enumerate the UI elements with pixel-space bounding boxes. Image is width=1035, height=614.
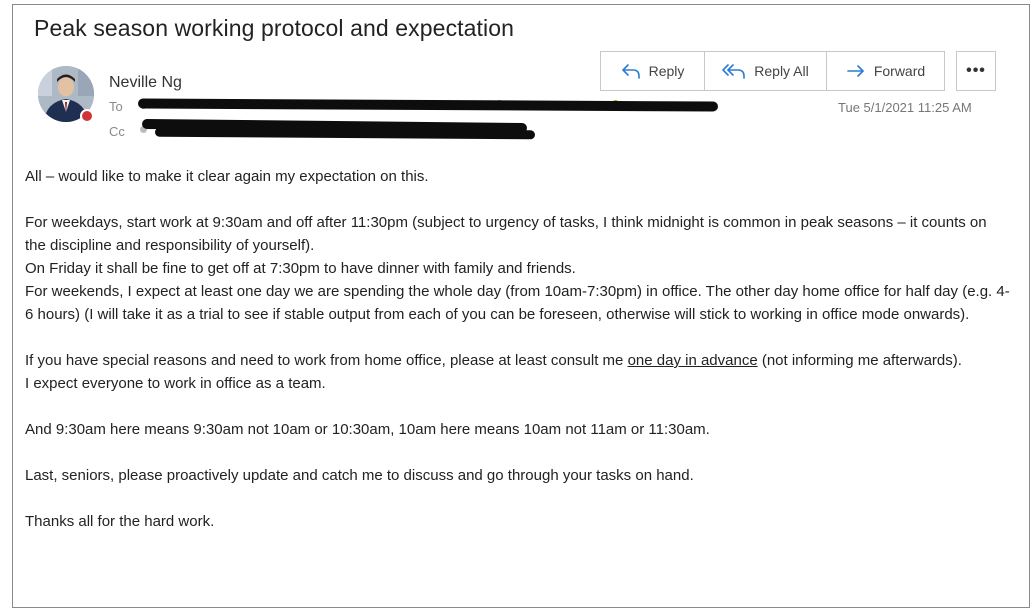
- reply-all-button[interactable]: Reply All: [704, 52, 826, 90]
- body-paragraph: Last, seniors, please proactively update…: [25, 467, 694, 484]
- body-paragraph: On Friday it shall be fine to get off at…: [25, 260, 576, 277]
- underlined-text: one day in advance: [627, 352, 758, 369]
- body-paragraph: And 9:30am here means 9:30am not 10am or…: [25, 421, 710, 438]
- body-text: (not informing me afterwards).: [757, 352, 962, 369]
- forward-button[interactable]: Forward: [826, 52, 944, 90]
- forward-label: Forward: [873, 63, 926, 79]
- body-text: If you have special reasons and need to …: [25, 352, 628, 369]
- reply-all-icon: [722, 64, 746, 79]
- reply-button[interactable]: Reply: [601, 52, 704, 90]
- reply-label: Reply: [648, 63, 685, 79]
- sender-name[interactable]: Neville Ng: [109, 74, 182, 92]
- sent-date: Tue 5/1/2021 11:25 AM: [838, 100, 972, 115]
- message-actions: Reply Reply All Forward: [600, 51, 945, 91]
- body-paragraph: For weekends, I expect at least one day …: [25, 283, 1010, 323]
- to-label: To: [109, 99, 123, 114]
- body-signoff: Thanks all for the hard work.: [25, 513, 215, 530]
- body-paragraph: For weekdays, start work at 9:30am and o…: [25, 214, 987, 254]
- email-subject: Peak season working protocol and expecta…: [34, 15, 515, 41]
- cc-label: Cc: [109, 124, 125, 139]
- more-icon: •••: [966, 62, 986, 79]
- forward-arrow-icon: [847, 65, 864, 77]
- body-greeting: All – would like to make it clear again …: [25, 168, 429, 185]
- email-body: All – would like to make it clear again …: [25, 165, 1010, 533]
- more-actions-button[interactable]: •••: [956, 51, 996, 91]
- body-paragraph: If you have special reasons and need to …: [25, 349, 1010, 372]
- body-paragraph: I expect everyone to work in office as a…: [25, 375, 326, 392]
- reply-all-label: Reply All: [754, 63, 809, 79]
- reply-icon: [621, 64, 640, 79]
- presence-status-icon: [80, 109, 94, 123]
